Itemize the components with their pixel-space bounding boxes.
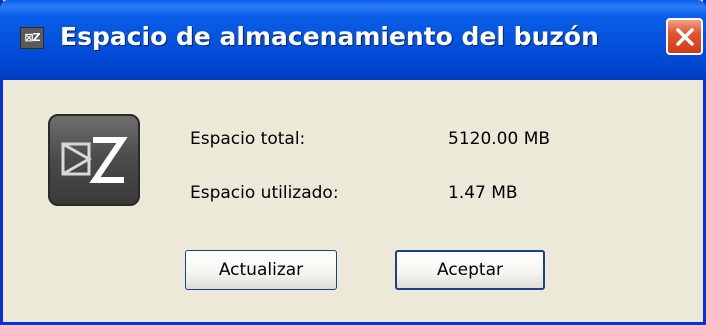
used-space-label: Espacio utilizado: [190, 183, 339, 203]
title-bar[interactable]: ⊠Z Espacio de almacenamiento del buzón [0, 0, 706, 80]
zimbra-logo-icon [48, 114, 140, 206]
storage-dialog: ⊠Z Espacio de almacenamiento del buzón E… [0, 0, 706, 325]
close-button[interactable] [666, 18, 703, 55]
app-title-icon: ⊠Z [20, 27, 44, 49]
total-space-label: Espacio total: [190, 129, 306, 149]
total-space-value: 5120.00 MB [448, 129, 551, 149]
close-icon [676, 28, 694, 46]
refresh-button[interactable]: Actualizar [185, 250, 337, 290]
window-title: Espacio de almacenamiento del buzón [60, 22, 599, 51]
accept-button[interactable]: Aceptar [395, 250, 545, 290]
used-space-value: 1.47 MB [448, 183, 518, 203]
